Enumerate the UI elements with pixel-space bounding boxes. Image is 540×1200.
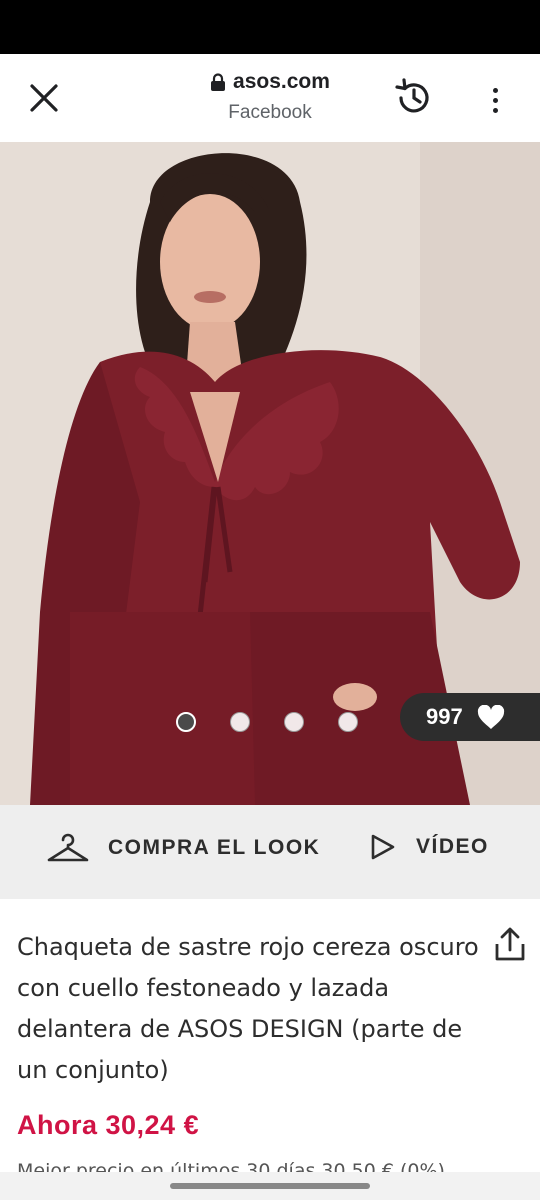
nav-handle[interactable]	[170, 1183, 370, 1189]
status-bar	[0, 0, 540, 54]
shop-the-look-button[interactable]: COMPRA EL LOOK	[46, 833, 320, 863]
product-title: Chaqueta de sastre rojo cereza oscuro co…	[17, 933, 479, 1084]
gallery-dot[interactable]	[284, 712, 304, 732]
browser-toolbar: asos.com Facebook	[0, 54, 540, 143]
share-icon[interactable]	[494, 926, 526, 962]
close-button[interactable]	[24, 78, 64, 118]
referrer-text: Facebook	[228, 101, 312, 123]
look-bar: COMPRA EL LOOK VÍDEO	[0, 805, 540, 899]
gallery-pagination	[176, 712, 358, 732]
heart-icon	[477, 704, 504, 729]
more-vert-icon	[492, 87, 498, 93]
history-icon[interactable]	[392, 76, 436, 120]
gallery-dot[interactable]	[338, 712, 358, 732]
url-text: asos.com	[233, 70, 330, 93]
video-label: VÍDEO	[416, 835, 489, 858]
gallery-dot[interactable]	[230, 712, 250, 732]
gesture-nav-bar	[0, 1172, 540, 1200]
product-image-gallery[interactable]: 997	[0, 142, 540, 805]
play-icon	[371, 834, 395, 860]
gallery-dot[interactable]	[176, 712, 196, 732]
hanger-icon	[47, 833, 89, 862]
video-button[interactable]: VÍDEO	[370, 833, 489, 861]
more-options-button[interactable]	[480, 80, 510, 120]
url-bar[interactable]: asos.com Facebook	[150, 70, 390, 124]
shop-the-look-label: COMPRA EL LOOK	[108, 836, 321, 859]
product-price: Ahora 30,24 €	[17, 1110, 200, 1140]
save-to-wishlist-button[interactable]: 997	[400, 693, 540, 741]
likes-count: 997	[426, 704, 463, 729]
close-icon	[30, 84, 58, 112]
lock-icon	[211, 72, 226, 91]
